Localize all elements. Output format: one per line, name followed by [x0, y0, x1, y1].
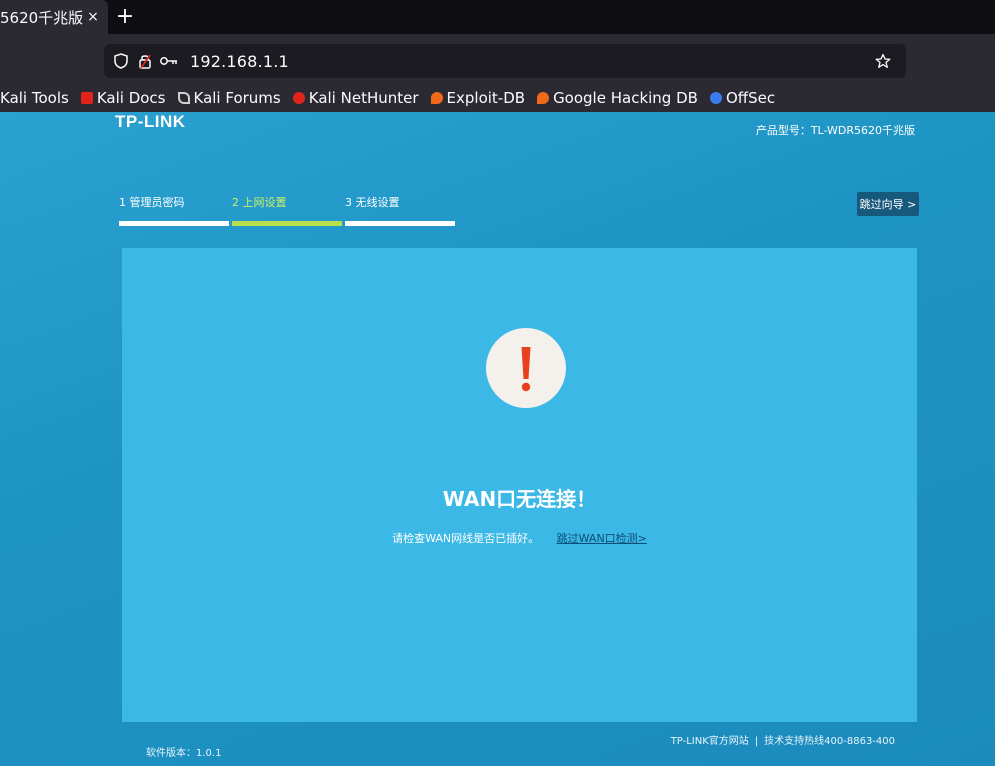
bookmark-star-icon[interactable]	[874, 52, 892, 70]
footer: TP-LINK官方网站 | 技术支持热线400-8863-400	[671, 732, 895, 747]
router-setup-page: TP-LINK 产品型号：TL-WDR5620千兆版 1 管理员密码 2 上网设…	[0, 112, 995, 766]
software-version: 软件版本：1.0.1	[146, 748, 222, 759]
bookmark-offsec[interactable]: OffSec	[709, 89, 776, 107]
step-label: 2 上网设置	[232, 196, 287, 209]
exploit-db-icon	[430, 92, 443, 104]
product-model: 产品型号：TL-WDR5620千兆版	[755, 124, 915, 137]
bookmark-kali-tools[interactable]: Kali Tools	[0, 89, 69, 107]
bookmark-label: Google Hacking DB	[553, 89, 698, 107]
step-progress-bar	[119, 221, 229, 226]
step-admin-password: 1 管理员密码	[119, 196, 231, 226]
setup-wizard-steps: 1 管理员密码 2 上网设置 3 无线设置	[119, 196, 459, 226]
skip-wizard-button[interactable]: 跳过向导 >	[857, 192, 919, 216]
bookmark-exploit-db[interactable]: Exploit-DB	[430, 89, 526, 107]
exclamation-icon	[486, 328, 566, 408]
wan-status-panel: WAN口无连接！ 请检查WAN网线是否已插好。 跳过WAN口检测>	[122, 248, 917, 722]
offsec-icon	[709, 92, 722, 104]
address-bar[interactable]: 192.168.1.1	[104, 44, 906, 78]
bookmark-label: Kali Tools	[0, 89, 69, 107]
url-text[interactable]: 192.168.1.1	[190, 52, 289, 71]
browser-tab[interactable]: 5620千兆版 ×	[0, 0, 108, 34]
footer-separator: |	[754, 736, 759, 747]
step-wireless-settings: 3 无线设置	[345, 196, 457, 226]
bookmark-label: Kali Docs	[96, 89, 166, 107]
step-label: 1 管理员密码	[119, 196, 185, 209]
bookmark-label: Kali Forums	[193, 89, 281, 107]
browser-nav-bar: 192.168.1.1	[0, 34, 995, 84]
shield-icon[interactable]	[112, 52, 130, 70]
close-tab-icon[interactable]: ×	[86, 9, 100, 25]
bookmark-label: Exploit-DB	[446, 89, 526, 107]
browser-tab-bar: 5620千兆版 × +	[0, 0, 995, 34]
google-hacking-db-icon	[537, 92, 550, 104]
step-progress-bar	[232, 221, 342, 226]
bookmark-label: OffSec	[725, 89, 776, 107]
key-icon[interactable]	[160, 52, 178, 70]
alert-title: WAN口无连接！	[442, 487, 597, 511]
official-website-link[interactable]: TP-LINK官方网站	[671, 736, 749, 747]
skip-wan-check-link[interactable]: 跳过WAN口检测>	[557, 532, 647, 545]
step-progress-bar	[345, 221, 455, 226]
new-tab-button[interactable]: +	[114, 4, 136, 29]
alert-description: 请检查WAN网线是否已插好。 跳过WAN口检测>	[122, 530, 917, 546]
lock-icon[interactable]	[136, 52, 154, 70]
bookmark-kali-forums[interactable]: Kali Forums	[177, 89, 281, 107]
kali-forums-icon	[177, 92, 190, 104]
bookmark-google-hacking-db[interactable]: Google Hacking DB	[537, 89, 698, 107]
bookmark-label: Kali NetHunter	[308, 89, 419, 107]
alert-message: 请检查WAN网线是否已插好。	[392, 532, 540, 545]
support-hotline: 技术支持热线400-8863-400	[764, 736, 895, 747]
tab-title: 5620千兆版	[0, 8, 84, 27]
kali-docs-icon	[80, 92, 93, 104]
bookmark-kali-nethunter[interactable]: Kali NetHunter	[292, 89, 419, 107]
kali-nethunter-icon	[292, 92, 305, 104]
tp-link-logo: TP-LINK	[115, 112, 186, 131]
step-internet-settings: 2 上网设置	[232, 196, 344, 226]
bookmark-kali-docs[interactable]: Kali Docs	[80, 89, 166, 107]
bookmarks-toolbar: Kali Tools Kali Docs Kali Forums Kali Ne…	[0, 84, 995, 112]
step-label: 3 无线设置	[345, 196, 400, 209]
